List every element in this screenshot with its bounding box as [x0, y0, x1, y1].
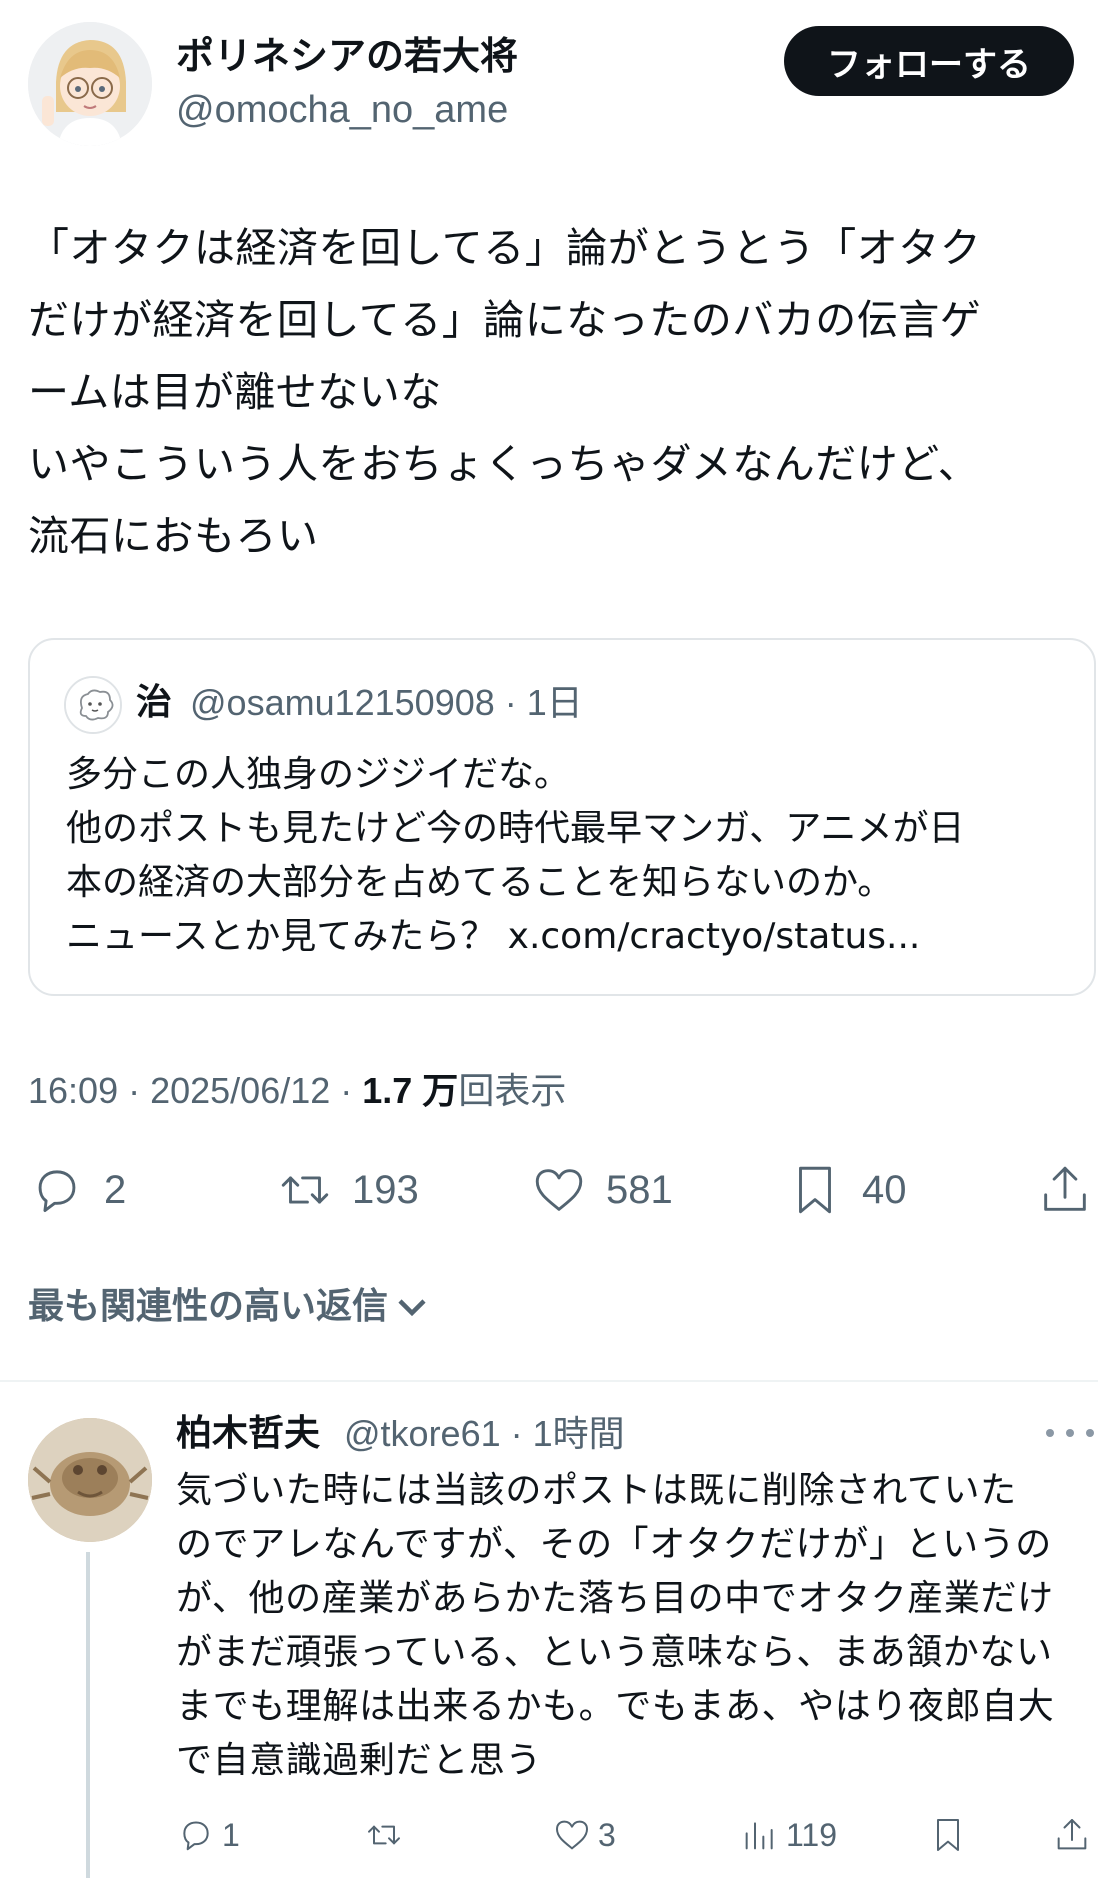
reply-count: 2	[104, 1167, 127, 1212]
post-timestamp-row: 16:09 · 2025/06/12 · 1.7 万回表示	[28, 1066, 566, 1116]
reply-reply-count: 1	[222, 1816, 240, 1853]
reply-text-line: のでアレなんですが、その「オタクだけが」というの	[176, 1524, 1052, 1565]
reply-share-button[interactable]	[1052, 1810, 1092, 1860]
reply-text: 気づいた時には当該のポストは既に削除されていた のでアレなんですが、その「オタク…	[176, 1464, 1096, 1788]
reply-views-count: 119	[786, 1816, 838, 1853]
heart-icon	[535, 1169, 583, 1211]
quoted-author-meta[interactable]: @osamu12150908 · 1日	[190, 678, 583, 728]
bookmark-button[interactable]: 40	[786, 1160, 907, 1220]
bookmark-icon	[799, 1166, 831, 1214]
repost-count: 193	[352, 1167, 419, 1212]
thread-line	[86, 1552, 90, 1878]
quoted-text-line: 多分この人独身のジジイだな。	[66, 754, 571, 795]
post-text: 「オタクは経済を回してる」論がとうとう「オタク だけが経済を回してる」論になった…	[28, 212, 1088, 572]
quoted-post-card[interactable]: 治 @osamu12150908 · 1日 多分この人独身のジジイだな。 他のポ…	[28, 638, 1096, 996]
reply-author-meta[interactable]: @tkore61 · 1時間	[344, 1408, 625, 1460]
reply-author-avatar[interactable]	[28, 1418, 152, 1542]
reply-button[interactable]: 2	[28, 1160, 126, 1220]
follow-button[interactable]: フォローする	[784, 26, 1074, 96]
quoted-text-line: ニュースとか見てみたら？ x.com/cractyo/status...	[66, 916, 921, 957]
reply-icon	[183, 1821, 209, 1851]
bookmark-icon	[937, 1819, 959, 1851]
views-icon	[745, 1822, 773, 1850]
author-display-name[interactable]: ポリネシアの若大将	[176, 32, 518, 80]
views-label: 回表示	[458, 1070, 567, 1111]
reply-text-line: で自意識過剰だと思う	[176, 1740, 543, 1781]
reply-views-button[interactable]: 119	[740, 1810, 837, 1860]
reply-repost-button[interactable]	[364, 1810, 404, 1860]
section-divider	[0, 1380, 1098, 1382]
post-text-line: 「オタクは経済を回してる」論がとうとう「オタク	[28, 224, 982, 272]
reply-sort-selector[interactable]: 最も関連性の高い返信	[28, 1282, 430, 1332]
share-button[interactable]	[1036, 1160, 1094, 1220]
reply-sort-label: 最も関連性の高い返信	[28, 1286, 389, 1327]
chevron-down-icon	[398, 1299, 426, 1317]
quoted-text-line: 本の経済の大部分を占めてることを知らないのか。	[66, 862, 894, 903]
bookmark-count: 40	[862, 1167, 907, 1212]
reply-icon	[38, 1170, 76, 1212]
author-handle[interactable]: @omocha_no_ame	[176, 86, 508, 134]
like-count: 581	[606, 1167, 673, 1212]
post-text-line: ームは目が離せないな	[28, 368, 442, 416]
quoted-text-line: 他のポストも見たけど今の時代最早マンガ、アニメが日	[66, 808, 965, 849]
reply-like-button[interactable]: 3	[552, 1810, 616, 1860]
author-avatar[interactable]	[28, 22, 152, 146]
reply-reply-button[interactable]: 1	[176, 1810, 240, 1860]
share-icon	[1057, 1819, 1087, 1850]
more-icon[interactable]	[1046, 1418, 1094, 1448]
repost-icon	[368, 1825, 400, 1845]
quoted-author-avatar[interactable]	[64, 676, 122, 734]
repost-button[interactable]: 193	[276, 1160, 419, 1220]
reply-like-count: 3	[598, 1816, 616, 1853]
reply-text-line: がまだ頑張っている、という意味なら、まあ頷かない	[176, 1632, 1053, 1673]
repost-icon	[281, 1176, 329, 1204]
reply-text-line: が、他の産業があらかた落ち目の中でオタク産業だけ	[176, 1578, 1054, 1619]
avatar-illustration	[28, 22, 152, 146]
post-timestamp[interactable]: 16:09 · 2025/06/12 ·	[28, 1070, 362, 1111]
reply-text-line: 気づいた時には当該のポストは既に削除されていた	[176, 1470, 1017, 1511]
heart-icon	[556, 1820, 588, 1850]
like-button[interactable]: 581	[530, 1160, 673, 1220]
reply-bookmark-button[interactable]	[928, 1810, 968, 1860]
post-text-line: 流石におもろい	[28, 512, 319, 560]
avatar-photo	[28, 1418, 152, 1542]
quoted-post-text: 多分この人独身のジジイだな。 他のポストも見たけど今の時代最早マンガ、アニメが日…	[66, 748, 1086, 964]
post-text-line: だけが経済を回してる」論になったのバカの伝言ゲ	[28, 296, 982, 344]
post-text-line: いやこういう人をおちょくっちゃダメなんだけど、	[28, 440, 980, 488]
avatar-illustration	[66, 678, 120, 732]
share-icon	[1044, 1166, 1086, 1211]
quoted-author-name[interactable]: 治	[136, 678, 172, 728]
reply-author-name[interactable]: 柏木哲夫	[176, 1408, 320, 1460]
reply-text-line: までも理解は出来るかも。でもまあ、やはり夜郎自大	[176, 1686, 1055, 1727]
views-count: 1.7 万	[362, 1070, 459, 1111]
